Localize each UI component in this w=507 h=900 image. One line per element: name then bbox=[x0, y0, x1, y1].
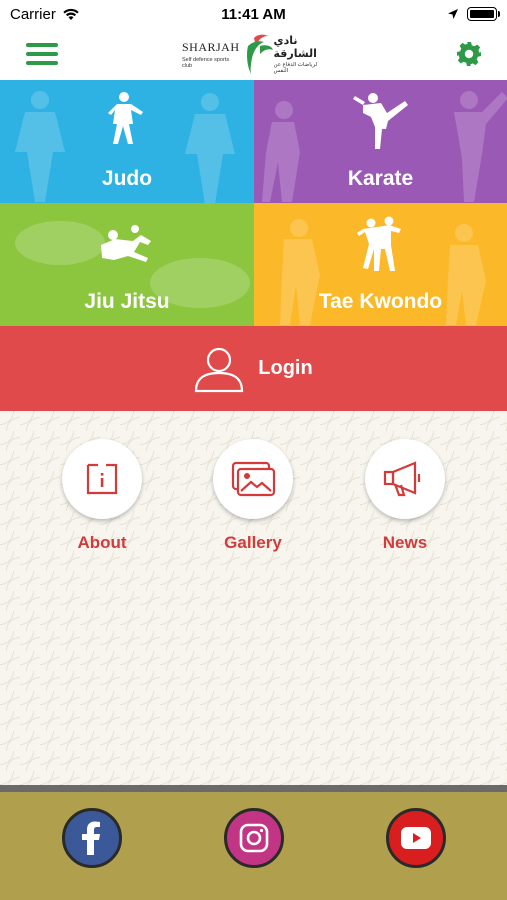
login-label: Login bbox=[258, 357, 313, 379]
logo-en-text: SHARJAH bbox=[182, 39, 240, 54]
karate-figure-icon bbox=[352, 93, 408, 149]
tile-judo-label: Judo bbox=[101, 167, 153, 190]
location-arrow-icon bbox=[448, 9, 458, 19]
news-label: News bbox=[382, 533, 428, 552]
status-right bbox=[447, 7, 500, 21]
battery-icon bbox=[467, 7, 500, 21]
tile-karate[interactable]: Karate bbox=[254, 80, 507, 203]
taekwondo-figures-icon bbox=[356, 216, 401, 271]
wifi-icon bbox=[63, 8, 79, 20]
status-left: Carrier bbox=[10, 6, 80, 23]
footer-divider bbox=[0, 785, 507, 792]
tile-tae-kwondo[interactable]: Tae Kwondo bbox=[254, 203, 507, 326]
gear-icon bbox=[457, 42, 481, 66]
about-label: About bbox=[77, 533, 127, 552]
social-footer bbox=[0, 792, 507, 900]
tile-tae-kwondo-label: Tae Kwondo bbox=[318, 290, 443, 313]
hamburger-icon-bar bbox=[26, 52, 58, 56]
about-button[interactable]: About bbox=[47, 439, 157, 553]
settings-button[interactable] bbox=[455, 40, 483, 68]
judo-figure-icon bbox=[108, 92, 143, 144]
tile-karate-label: Karate bbox=[347, 167, 414, 190]
tile-jiu-jitsu[interactable]: Jiu Jitsu bbox=[0, 203, 254, 326]
jiujitsu-figures-icon bbox=[101, 225, 151, 262]
gallery-button[interactable]: Gallery bbox=[198, 439, 308, 553]
logo-ar-text: نادي الشارقة bbox=[273, 35, 317, 60]
app-header: SHARJAH Self defence sports club نادي ال… bbox=[0, 28, 507, 80]
gallery-label: Gallery bbox=[224, 533, 282, 552]
hamburger-icon-bar bbox=[26, 43, 58, 47]
youtube-button[interactable] bbox=[386, 808, 446, 868]
sport-tiles: Judo Karate Jiu Jitsu Tae Kwondo bbox=[0, 80, 507, 326]
tile-jiu-jitsu-label: Jiu Jitsu bbox=[84, 290, 170, 313]
facebook-button[interactable] bbox=[62, 808, 122, 868]
instagram-button[interactable] bbox=[224, 808, 284, 868]
hamburger-icon-bar bbox=[26, 61, 58, 65]
facebook-icon bbox=[82, 821, 100, 855]
logo-mark-icon bbox=[240, 32, 274, 76]
login-button[interactable]: Login bbox=[0, 326, 507, 411]
logo-ar-subtext: لرياضات الدفاع عن النفس bbox=[273, 62, 318, 74]
status-bar: Carrier 11:41 AM bbox=[0, 0, 507, 28]
club-logo: SHARJAH Self defence sports club نادي ال… bbox=[182, 32, 330, 76]
instagram-icon bbox=[239, 823, 269, 853]
gallery-circle bbox=[213, 439, 293, 519]
logo-english: SHARJAH Self defence sports club bbox=[182, 40, 240, 69]
info-icon bbox=[86, 463, 118, 495]
news-circle bbox=[365, 439, 445, 519]
megaphone-icon bbox=[383, 461, 421, 497]
menu-button[interactable] bbox=[26, 40, 58, 68]
logo-en-subtext: Self defence sports club bbox=[182, 56, 230, 69]
gallery-icon bbox=[231, 461, 276, 497]
youtube-icon bbox=[401, 827, 431, 849]
logo-arabic: نادي الشارقة لرياضات الدفاع عن النفس bbox=[274, 34, 330, 74]
news-button[interactable]: News bbox=[350, 439, 460, 553]
about-circle bbox=[62, 439, 142, 519]
info-section: About Gallery News bbox=[0, 411, 507, 785]
user-icon bbox=[195, 347, 244, 392]
tile-judo[interactable]: Judo bbox=[0, 80, 254, 203]
carrier-label: Carrier bbox=[10, 5, 56, 23]
